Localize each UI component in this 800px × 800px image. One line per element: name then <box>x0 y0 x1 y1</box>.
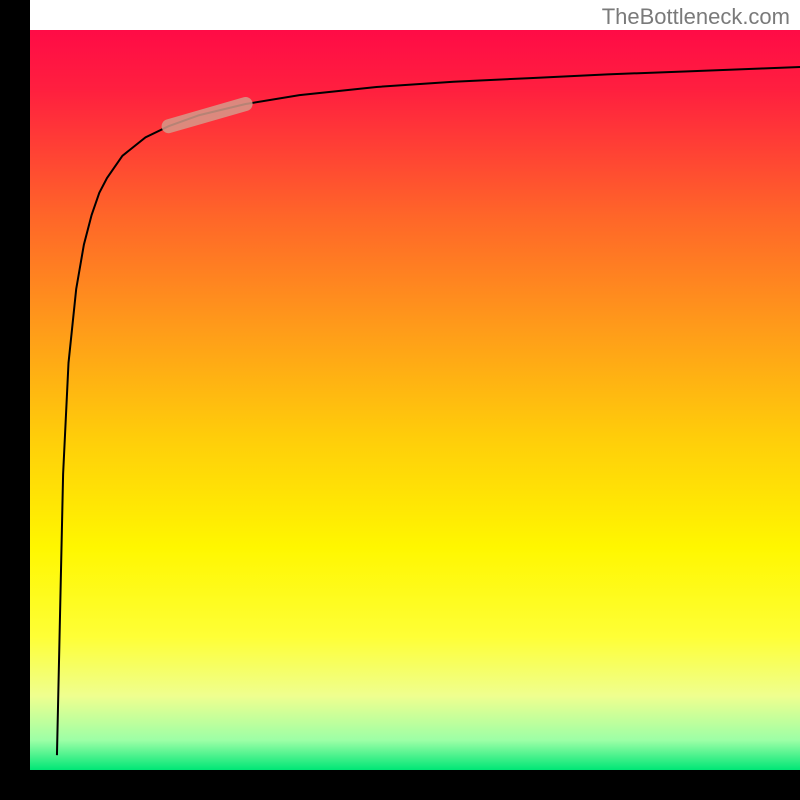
watermark-text: TheBottleneck.com <box>602 4 790 30</box>
chart-svg <box>0 0 800 800</box>
bottom-axis-bar <box>0 770 800 800</box>
plot-background <box>30 30 800 770</box>
chart-container: TheBottleneck.com <box>0 0 800 800</box>
left-axis-bar <box>0 0 30 800</box>
